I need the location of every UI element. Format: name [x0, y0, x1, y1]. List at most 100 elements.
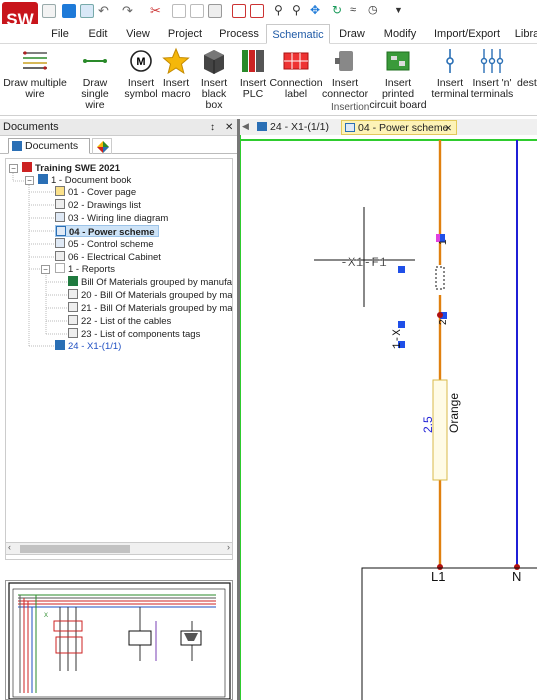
tab-project[interactable]: Project	[164, 24, 206, 44]
scroll-left-icon[interactable]: ‹	[8, 542, 11, 552]
tree-node-wiring-line-diagram[interactable]: 03 - Wiring line diagram	[55, 212, 168, 224]
destination-button[interactable]: desti	[517, 47, 537, 89]
zoom-icon[interactable]: ⚲	[274, 4, 288, 18]
panel-close-icon[interactable]: ✕	[225, 119, 233, 136]
pin-icon[interactable]: ↕	[210, 119, 215, 136]
insert-n-terminals-button[interactable]: Insert 'n' terminals	[470, 47, 514, 100]
plc-icon	[239, 47, 267, 75]
insert-terminal-button[interactable]: Insert terminal	[431, 47, 469, 100]
clock-icon[interactable]: ◷	[368, 4, 382, 18]
grip-point[interactable]	[398, 321, 405, 328]
draw-single-wire-button[interactable]: Draw single wire	[69, 47, 121, 111]
tree-node-bom-20[interactable]: 20 - Bill Of Materials grouped by manuf	[68, 289, 232, 301]
tab-scroll-icon[interactable]: ◀	[242, 121, 249, 132]
connection-point	[437, 312, 443, 318]
tab-library[interactable]: Libra	[512, 24, 537, 44]
paste-icon[interactable]	[190, 4, 204, 18]
tree-node-project[interactable]: Training SWE 2021	[22, 162, 120, 174]
node-label: 21 - Bill Of Materials grouped by manuf	[81, 303, 233, 314]
tree-node-electrical-cabinet[interactable]: 06 - Electrical Cabinet	[55, 251, 161, 263]
zoom-window-icon[interactable]: ⚲	[292, 4, 306, 18]
insert-symbol-button[interactable]: M Insert symbol	[124, 47, 158, 100]
node-label: 24 - X1-(1/1)	[68, 341, 122, 352]
destination-icon	[518, 47, 537, 75]
insert-black-box-button[interactable]: Insert black box	[193, 47, 235, 111]
cover-page-icon	[55, 186, 65, 196]
report-icon	[68, 328, 78, 338]
tree-node-control-scheme[interactable]: 05 - Control scheme	[55, 238, 154, 250]
collapse-icon[interactable]: −	[41, 265, 50, 274]
new-icon[interactable]	[42, 4, 56, 18]
node-label: 1 - Reports	[68, 264, 115, 275]
phase-label: L1	[431, 569, 445, 584]
delete-icon[interactable]	[208, 4, 222, 18]
connector-icon	[331, 47, 359, 75]
excel-icon	[68, 276, 78, 286]
refresh-icon[interactable]: ↻	[332, 4, 346, 18]
insert-connector-button[interactable]: Insert connector	[322, 47, 368, 100]
component-tag[interactable]: -X1-F1	[340, 255, 387, 270]
tab-import-export[interactable]: Import/Export	[434, 24, 500, 44]
wire-label-box[interactable]	[432, 379, 448, 481]
draw-multiple-wire-button[interactable]: Draw multiple wire	[3, 47, 67, 100]
reports-folder-icon	[55, 263, 65, 273]
upload-icon[interactable]	[62, 4, 76, 18]
tree-node-components-tags[interactable]: 23 - List of components tags	[68, 328, 200, 340]
tab-modify[interactable]: Modify	[382, 24, 418, 44]
page-preview[interactable]: X	[5, 580, 233, 700]
grip-point[interactable]	[398, 266, 405, 273]
cut-icon[interactable]: ✂	[150, 4, 164, 18]
tree-node-bom-21[interactable]: 21 - Bill Of Materials grouped by manuf	[68, 302, 233, 314]
scrollbar-thumb[interactable]	[20, 545, 130, 553]
tab-view[interactable]: View	[124, 24, 152, 44]
drawing-canvas[interactable]: -X1-F1 1 2 1-X Orange 2.5 L1 N	[240, 135, 537, 700]
tree-node-drawings-list[interactable]: 02 - Drawings list	[55, 199, 141, 211]
tab-documents[interactable]: Documents	[8, 138, 90, 154]
documents-panel: Documents ↕ ✕ Documents − Training SWE 2…	[0, 119, 237, 700]
collapse-icon[interactable]: −	[9, 164, 18, 173]
tree-node-document-book[interactable]: 1 - Document book	[38, 174, 131, 186]
tab-power-scheme[interactable]: 04 - Power scheme ✕	[341, 120, 457, 135]
redo-icon[interactable]: ↷	[122, 4, 136, 18]
schematic-drawing: -X1-F1 1 2 1-X Orange 2.5 L1 N	[240, 135, 537, 700]
insert-printed-circuit-board-button[interactable]: Insert printed circuit board	[369, 47, 427, 111]
tree-node-terminal-strip[interactable]: 24 - X1-(1/1)	[55, 340, 121, 352]
tab-draw[interactable]: Draw	[337, 24, 367, 44]
tree-node-power-scheme[interactable]: 04 - Power scheme	[55, 225, 159, 238]
tab-label: 24 - X1-(1/1)	[270, 121, 329, 133]
node-label: 03 - Wiring line diagram	[68, 213, 169, 224]
svg-text:M: M	[136, 56, 145, 68]
tab-schematic[interactable]: Schematic	[266, 24, 330, 44]
open-icon[interactable]	[80, 4, 94, 18]
qat-dropdown-icon[interactable]: ▼	[394, 4, 408, 18]
copy-icon[interactable]	[172, 4, 186, 18]
pan-icon[interactable]: ✥	[310, 4, 324, 18]
tab-edit[interactable]: Edit	[84, 24, 112, 44]
quick-access-toolbar: SW ↶ ↷ ✂ ⚲ ⚲ ✥ ↻ ≈ ◷ ▼	[0, 0, 537, 38]
tab-components[interactable]	[92, 138, 112, 154]
insert-macro-button[interactable]: Insert macro	[159, 47, 193, 100]
node-label: 23 - List of components tags	[81, 329, 201, 340]
tab-file[interactable]: File	[46, 24, 74, 44]
button-label: wire	[85, 99, 105, 111]
undo-icon[interactable]: ↶	[98, 4, 112, 18]
tab-x1-terminal-strip[interactable]: 24 - X1-(1/1)	[254, 120, 340, 135]
page-previous-icon[interactable]	[232, 4, 246, 18]
tree-node-bom-excel[interactable]: Bill Of Materials grouped by manufactu	[68, 276, 232, 288]
collapse-icon[interactable]: −	[25, 176, 34, 185]
preview-thumbnail: X	[8, 582, 231, 699]
scroll-right-icon[interactable]: ›	[227, 542, 230, 552]
insert-plc-button[interactable]: Insert PLC	[238, 47, 268, 100]
tree-node-cover-page[interactable]: 01 - Cover page	[55, 186, 136, 198]
wire-style-icon[interactable]: ≈	[350, 4, 364, 18]
node-label: Training SWE 2021	[35, 163, 120, 174]
tree-horizontal-scrollbar[interactable]: ‹ ›	[5, 542, 233, 555]
tab-process[interactable]: Process	[219, 24, 259, 44]
connection-label-button[interactable]: Connection label	[269, 47, 323, 100]
page-next-icon[interactable]	[250, 4, 264, 18]
tree-node-cables-list[interactable]: 22 - List of the cables	[68, 315, 171, 327]
tree-node-reports[interactable]: 1 - Reports	[55, 263, 115, 275]
tab-close-icon[interactable]: ✕	[444, 121, 452, 135]
tab-label: 04 - Power scheme	[358, 122, 449, 134]
button-label: PLC	[242, 88, 264, 100]
